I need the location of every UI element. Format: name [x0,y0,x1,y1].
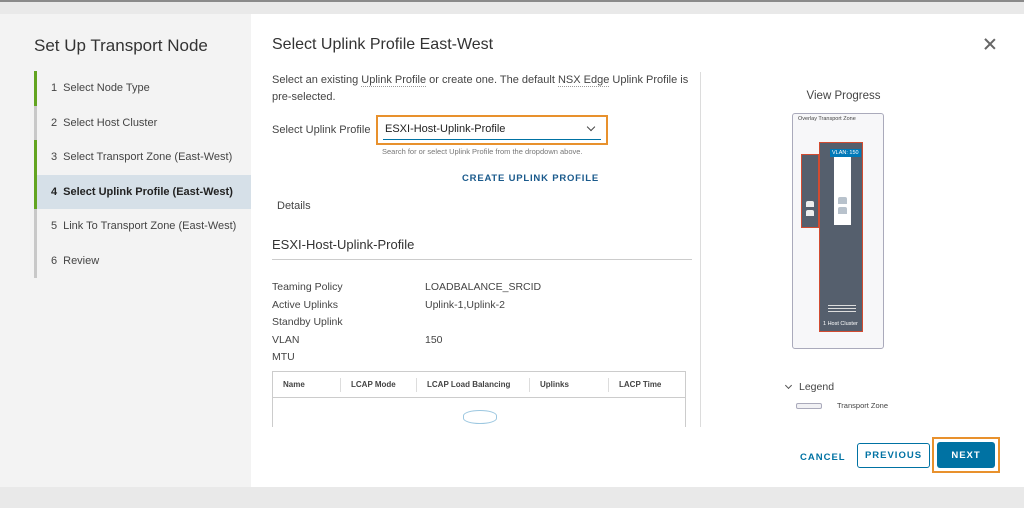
step-number: 1 [51,82,58,95]
step-label: Select Node Type [63,82,150,95]
uplink-profile-field: Select Uplink Profile ESXI-Host-Uplink-P… [272,115,610,145]
step-number: 4 [51,185,58,198]
table-header: Name LCAP Mode LCAP Load Balancing Uplin… [273,372,685,398]
close-icon[interactable] [982,36,998,52]
step-number: 3 [51,151,58,164]
detail-value: 150 [425,333,443,346]
step-link-to-transport-zone[interactable]: 5 Link To Transport Zone (East-West) [34,209,251,244]
step-label: Review [63,254,100,267]
uplink-profile-select[interactable]: ESXI-Host-Uplink-Profile [383,120,601,140]
cancel-button[interactable]: CANCEL [800,452,846,463]
detail-key: Standby Uplink [272,316,343,328]
step-label: Select Uplink Profile (East-West) [63,185,233,198]
wizard-modal: Set Up Transport Node 1 Select Node Type… [0,14,1024,487]
view-progress-title: View Progress [806,90,881,102]
uplink-profile-term: Uplink Profile [361,74,427,87]
column-header-lacp-time[interactable]: LACP Time [609,378,685,392]
node-icon [806,210,814,216]
column-header-lcap-load-balancing[interactable]: LCAP Load Balancing [417,377,530,392]
edge-node-box [801,154,819,228]
description-part: Select an existing [272,74,362,86]
create-uplink-profile-link[interactable]: CREATE UPLINK PROFILE [462,173,599,184]
legend-swatch [796,402,822,409]
description-text: Select an existing Uplink Profile or cre… [272,72,690,106]
step-number: 5 [51,220,58,233]
column-header-uplinks[interactable]: Uplinks [530,377,609,392]
legend-toggle[interactable]: Legend [784,381,835,393]
step-select-transport-zone[interactable]: 3 Select Transport Zone (East-West) [34,140,251,175]
nsx-edge-term: NSX Edge [557,74,610,87]
uplink-teaming-table: Name LCAP Mode LCAP Load Balancing Uplin… [272,371,686,427]
detail-value: LOADBALANCE_SRCID [425,281,542,293]
details-label: Details [277,200,311,212]
detail-key: VLAN [272,333,300,346]
window-top-border [0,0,1024,2]
detail-key: Active Uplinks [272,298,338,311]
step-select-node-type[interactable]: 1 Select Node Type [34,71,251,106]
host-node [834,157,851,225]
detail-value: Uplink-1,Uplink-2 [425,298,505,311]
host-cluster-box: VLAN: 150 1 Host Cluster [819,142,863,332]
wizard-title: Set Up Transport Node [34,36,208,55]
host-cluster-label: 1 Host Cluster [823,321,858,327]
next-button[interactable]: NEXT [937,442,995,468]
topology-diagram: Overlay Transport Zone VLAN: 150 1 Host … [792,113,884,349]
step-number: 6 [51,254,58,267]
host-icon [838,207,847,214]
step-number: 2 [51,116,58,129]
next-button-highlight: NEXT [932,437,1000,473]
step-select-host-cluster[interactable]: 2 Select Host Cluster [34,105,251,140]
page-title: Select Uplink Profile East-West [272,36,494,53]
uplink-profile-value: ESXI-Host-Uplink-Profile [385,122,506,135]
profile-name-heading: ESXI-Host-Uplink-Profile [272,237,692,260]
wizard-main-panel: Select Uplink Profile East-West Select a… [251,14,1024,487]
wizard-steps: 1 Select Node Type 2 Select Host Cluster… [34,71,251,278]
step-label: Link To Transport Zone (East-West) [63,220,237,233]
node-icon [806,201,814,207]
step-label: Select Transport Zone (East-West) [63,151,233,164]
empty-state-icon [463,410,497,424]
panel-divider [700,72,701,427]
uplink-profile-label: Select Uplink Profile [272,124,371,136]
details-toggle[interactable]: Details [272,200,311,212]
previous-button[interactable]: PREVIOUS [857,443,930,468]
vlan-tag: VLAN: 150 [830,149,861,157]
detail-key: Teaming Policy [272,281,343,293]
uplink-profile-highlight: ESXI-Host-Uplink-Profile [376,115,608,145]
detail-key: MTU [272,351,295,363]
step-label: Select Host Cluster [63,116,158,129]
chevron-down-icon [586,122,596,132]
uplink-profile-hint: Search for or select Uplink Profile from… [382,147,583,156]
description-part: or create one. The default [426,74,558,86]
legend-item-transport-zone: Transport Zone [796,401,888,410]
wizard-sidebar: Set Up Transport Node 1 Select Node Type… [0,14,251,487]
legend-item-label: Transport Zone [837,401,888,410]
column-header-name[interactable]: Name [273,377,341,392]
step-review[interactable]: 6 Review [34,243,251,278]
transport-zone-label: Overlay Transport Zone [798,116,856,122]
step-select-uplink-profile[interactable]: 4 Select Uplink Profile (East-West) [34,174,251,209]
legend-label: Legend [799,381,835,393]
form-scroll-area[interactable]: Select an existing Uplink Profile or cre… [272,72,692,427]
column-header-lcap-mode[interactable]: LCAP Mode [341,377,417,392]
cluster-lines [828,305,856,314]
view-progress-panel: View Progress Overlay Transport Zone VLA… [771,90,911,349]
chevron-down-icon [784,381,793,390]
host-icon [838,197,847,204]
